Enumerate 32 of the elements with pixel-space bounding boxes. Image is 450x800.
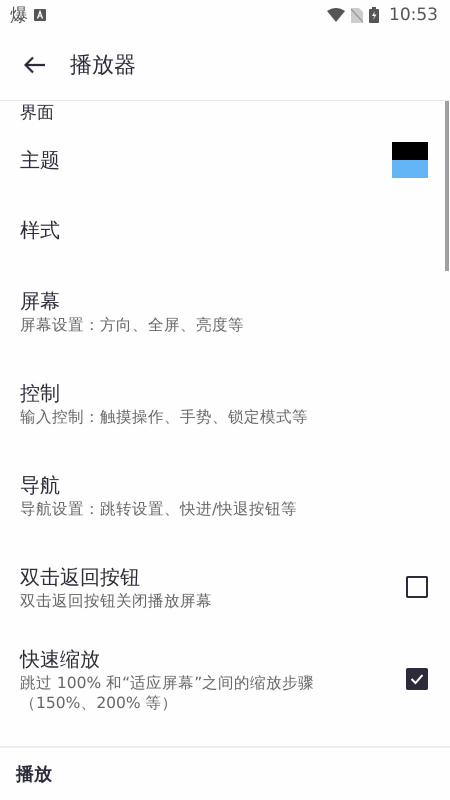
settings-item[interactable]: 快速缩放 跳过 100% 和“适应屏幕”之间的缩放步骤（150%、200% 等） [0, 633, 450, 725]
item-summary: 跳过 100% 和“适应屏幕”之间的缩放步骤（150%、200% 等） [20, 673, 316, 713]
settings-item[interactable]: 导航 导航设置：跳转设置、快进/快退按钮等 [0, 449, 450, 541]
item-title: 双击返回按钮 [20, 564, 141, 591]
settings-item[interactable]: 双击返回按钮 双击返回按钮关闭播放屏幕 [0, 541, 450, 633]
clock-time: 10:53 [389, 5, 438, 25]
item-title: 控制 [20, 380, 61, 407]
item-title: 主题 [20, 147, 61, 174]
settings-item[interactable]: 控制 输入控制：触摸操作、手势、锁定模式等 [0, 357, 450, 449]
settings-item[interactable]: 主题 [0, 125, 450, 195]
item-title: 屏幕 [20, 288, 61, 315]
battery-icon [369, 7, 379, 23]
screen-title: 播放器 [70, 52, 136, 80]
no-sim-icon [351, 8, 363, 22]
section-header: 界面 [19, 102, 55, 125]
item-title: 快速缩放 [20, 646, 101, 673]
checkbox[interactable] [406, 576, 428, 598]
settings-item[interactable]: 样式 [0, 195, 450, 265]
keyboard-icon [34, 9, 46, 21]
item-summary: 输入控制：触摸操作、手势、锁定模式等 [20, 407, 309, 427]
checkbox[interactable] [406, 668, 428, 690]
item-title: 样式 [20, 217, 61, 244]
settings-item[interactable]: 屏幕 屏幕设置：方向、全屏、亮度等 [0, 265, 450, 357]
notification-icon: 爆 [10, 3, 28, 27]
bottom-bar-title[interactable]: 播放 [16, 762, 52, 786]
back-arrow-icon[interactable] [24, 56, 46, 74]
item-title: 导航 [20, 472, 61, 499]
item-summary: 导航设置：跳转设置、快进/快退按钮等 [20, 499, 298, 519]
item-summary: 屏幕设置：方向、全屏、亮度等 [20, 315, 245, 335]
wifi-icon [327, 8, 345, 22]
item-summary: 双击返回按钮关闭播放屏幕 [20, 591, 213, 611]
check-icon [410, 673, 424, 685]
